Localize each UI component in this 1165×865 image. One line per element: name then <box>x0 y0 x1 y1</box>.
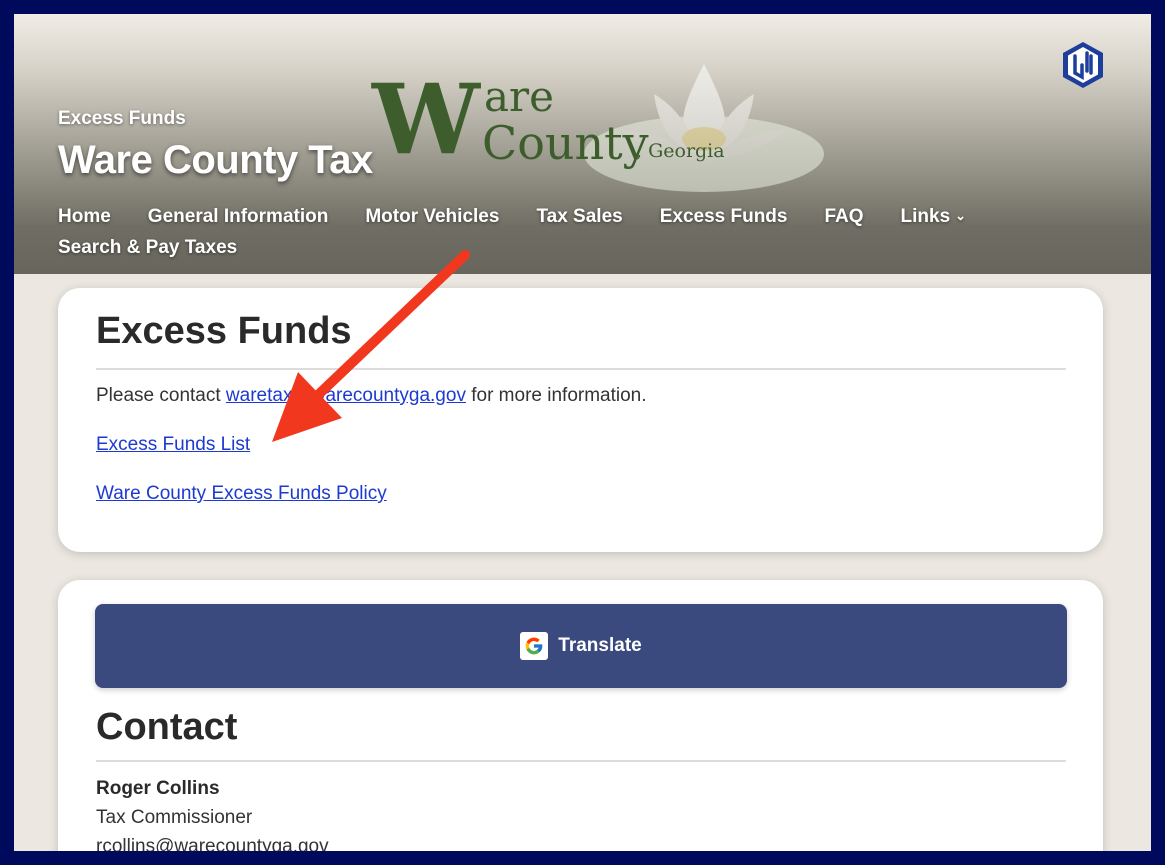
hexagon-badge-icon[interactable] <box>1060 40 1106 90</box>
nav-links-label: Links <box>900 206 951 227</box>
nav-general-information[interactable]: General Information <box>148 206 329 229</box>
contact-card: Translate Contact Roger Collins Tax Comm… <box>58 580 1103 851</box>
main-nav: Home General Information Motor Vehicles … <box>58 206 1078 259</box>
breadcrumb[interactable]: Excess Funds <box>58 108 186 130</box>
site-title[interactable]: Ware County Tax <box>58 138 373 183</box>
chevron-down-icon: ⌄ <box>955 208 967 223</box>
contact-heading: Contact <box>96 706 238 748</box>
translate-label: Translate <box>558 635 642 656</box>
site-header: W are County , Georgia Excess Funds Ware… <box>14 14 1151 274</box>
waretax-email-link[interactable]: waretax@warecountyga.gov <box>226 385 466 406</box>
logo-word-georgia: , Georgia <box>636 140 725 162</box>
nav-faq[interactable]: FAQ <box>824 206 863 229</box>
excess-funds-list-link[interactable]: Excess Funds List <box>96 434 250 456</box>
nav-links-dropdown[interactable]: Links ⌄ <box>901 206 967 229</box>
contact-title: Tax Commissioner <box>96 807 253 828</box>
google-g-icon <box>520 632 549 660</box>
nav-tax-sales[interactable]: Tax Sales <box>536 206 622 229</box>
contact-name: Roger Collins <box>96 778 220 799</box>
translate-button[interactable]: Translate <box>95 604 1067 688</box>
nav-excess-funds[interactable]: Excess Funds <box>660 206 788 229</box>
contact-divider <box>96 760 1066 762</box>
browser-viewport: W are County , Georgia Excess Funds Ware… <box>14 14 1151 851</box>
nav-search-pay-taxes[interactable]: Search & Pay Taxes <box>58 237 237 259</box>
nav-motor-vehicles[interactable]: Motor Vehicles <box>365 206 499 229</box>
excess-funds-card: Excess Funds Please contact waretax@ware… <box>58 288 1103 552</box>
contact-email[interactable]: rcollins@warecountyga.gov <box>96 836 329 851</box>
logo-letter-w: W <box>372 63 480 176</box>
contact-sentence: Please contact waretax@warecountyga.gov … <box>96 385 647 407</box>
heading-divider <box>96 368 1066 370</box>
nav-home[interactable]: Home <box>58 206 111 229</box>
contact-prefix: Please contact <box>96 385 226 406</box>
excess-funds-heading: Excess Funds <box>96 310 352 352</box>
logo-word-county: County <box>482 116 649 170</box>
contact-suffix: for more information. <box>465 385 647 406</box>
excess-funds-policy-link[interactable]: Ware County Excess Funds Policy <box>96 483 387 505</box>
logo-word-are: are <box>484 72 554 121</box>
